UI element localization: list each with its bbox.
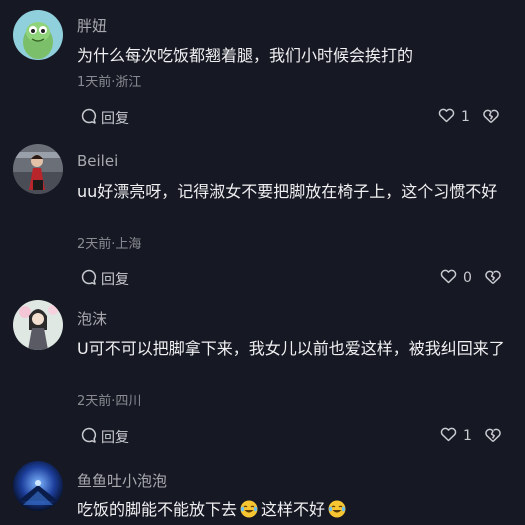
comment-text-part: 吃饭的脚能不能放下去 xyxy=(77,500,238,519)
comment-text: 为什么每次吃饭都翘着腿，我们小时候会挨打的 xyxy=(77,46,414,65)
reply-button[interactable]: 回复 xyxy=(80,268,129,290)
comment-text: 吃饭的脚能不能放下去 这样不好 xyxy=(77,497,517,522)
username[interactable]: 胖妞 xyxy=(77,15,107,36)
avatar[interactable] xyxy=(13,10,63,60)
broken-heart-icon xyxy=(484,428,502,447)
username[interactable]: 泡沫 xyxy=(77,308,107,329)
comment-meta: 2天前·四川 xyxy=(77,394,142,409)
heart-icon xyxy=(440,268,463,288)
like-count: 0 xyxy=(463,270,472,286)
comment-text-part: 这样不好 xyxy=(261,500,326,519)
username[interactable]: 鱼鱼吐小泡泡 xyxy=(77,470,167,491)
like-button[interactable]: 1 xyxy=(440,426,472,446)
like-button[interactable]: 1 xyxy=(438,107,470,127)
heart-icon xyxy=(440,426,463,446)
reply-label: 回复 xyxy=(101,111,129,127)
like-count: 1 xyxy=(461,109,470,125)
comment-feed: 胖妞 为什么每次吃饭都翘着腿，我们小时候会挨打的 1天前·浙江 回复 1 Bei… xyxy=(0,0,525,524)
heart-icon xyxy=(438,107,461,127)
comment-meta: 1天前·浙江 xyxy=(77,75,142,90)
avatar[interactable] xyxy=(13,461,63,511)
dislike-button[interactable] xyxy=(484,427,502,447)
like-count: 1 xyxy=(463,428,472,444)
avatar[interactable] xyxy=(13,300,63,350)
broken-heart-icon xyxy=(482,109,500,128)
avatar[interactable] xyxy=(13,144,63,194)
reply-icon xyxy=(80,268,101,290)
comment-meta: 2天前·上海 xyxy=(77,237,142,252)
dislike-button[interactable] xyxy=(484,269,502,289)
reply-button[interactable]: 回复 xyxy=(80,107,129,129)
username[interactable]: Beilei xyxy=(77,152,118,170)
dislike-button[interactable] xyxy=(482,108,500,128)
comment-text: uu好漂亮呀，记得淑女不要把脚放在椅子上，这个习惯不好 xyxy=(77,182,498,201)
reply-button[interactable]: 回复 xyxy=(80,426,129,448)
reply-icon xyxy=(80,426,101,448)
like-button[interactable]: 0 xyxy=(440,268,472,288)
reply-label: 回复 xyxy=(101,430,129,446)
laughing-emoji-icon xyxy=(328,500,346,518)
laughing-emoji-icon xyxy=(240,500,258,518)
reply-icon xyxy=(80,107,101,129)
comment-text: U可不可以把脚拿下来，我女儿以前也爱这样，被我纠回来了 xyxy=(77,339,505,358)
reply-label: 回复 xyxy=(101,272,129,288)
broken-heart-icon xyxy=(484,270,502,289)
